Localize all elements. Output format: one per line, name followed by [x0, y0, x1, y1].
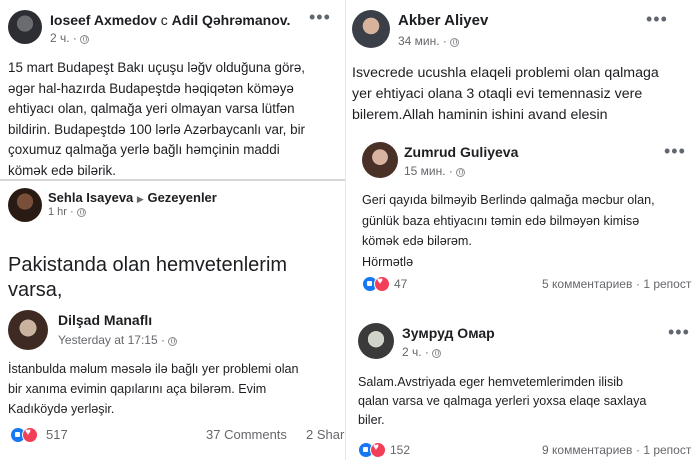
- author-name[interactable]: Dilşad Manaflı: [58, 312, 152, 328]
- globe-icon: [449, 38, 459, 47]
- post-time[interactable]: 34 мин. ·: [398, 34, 459, 48]
- author-link[interactable]: Sehla Isayeva: [48, 190, 133, 205]
- more-options-icon[interactable]: •••: [309, 8, 331, 26]
- post-zumrud-omar: Зумруд Омар 2 ч. · ••• Salam.Avstriyada …: [346, 318, 700, 460]
- globe-icon: [79, 35, 89, 44]
- post-dilsad: Dilşad Manaflı Yesterday at 17:15 · İsta…: [0, 305, 345, 460]
- globe-icon: [76, 208, 86, 217]
- post-text: Isvecrede ucushla elaqeli problemi olan …: [352, 65, 659, 123]
- post-akber: Akber Aliyev 34 мин. · ••• Isvecrede ucu…: [346, 0, 700, 130]
- author-link[interactable]: Ioseef Axmedov: [50, 12, 157, 28]
- avatar[interactable]: [352, 10, 390, 48]
- love-icon: [374, 276, 390, 292]
- post-time[interactable]: 2 ч. ·: [402, 345, 441, 359]
- post-time[interactable]: Yesterday at 17:15 ·: [58, 333, 177, 347]
- love-icon: [370, 442, 386, 458]
- globe-icon: [167, 337, 177, 346]
- post-time[interactable]: 1 hr ·: [48, 206, 86, 218]
- comments-link[interactable]: 9 комментариев: [542, 443, 632, 457]
- shares-link[interactable]: 2 Shar: [306, 427, 344, 442]
- post-text: İstanbulda məlum məsələ ilə bağlı yer pr…: [8, 362, 299, 416]
- post-ioseef: Ioseef Axmedov с Adil Qəhrəmanov. 2 ч. ·…: [0, 0, 345, 178]
- tagged-user[interactable]: Adil Qəhrəmanov: [172, 12, 287, 28]
- shares-link[interactable]: · 1 репост: [636, 277, 691, 291]
- globe-icon: [431, 349, 441, 358]
- post-text: Salam.Avstriyada eger hemvetemlerimden i…: [358, 375, 647, 427]
- author-name[interactable]: Akber Aliyev: [398, 12, 488, 29]
- reaction-count[interactable]: 152: [390, 443, 410, 457]
- comments-link[interactable]: 37 Comments: [206, 427, 287, 442]
- group-link[interactable]: Gezeyenler: [147, 190, 216, 205]
- reactions[interactable]: [10, 427, 40, 443]
- post-time[interactable]: 15 мин. ·: [404, 164, 465, 178]
- reactions[interactable]: [362, 276, 392, 292]
- divider: [0, 179, 345, 181]
- more-options-icon[interactable]: •••: [668, 323, 690, 341]
- avatar[interactable]: [8, 10, 42, 44]
- avatar[interactable]: [358, 323, 394, 359]
- post-sehla: Sehla Isayeva ▶ Gezeyenler 1 hr · Pakist…: [0, 183, 345, 300]
- more-options-icon[interactable]: •••: [646, 10, 668, 28]
- author-name[interactable]: Ioseef Axmedov с Adil Qəhrəmanov.: [50, 12, 290, 28]
- love-icon: [22, 427, 38, 443]
- post-zumrud: Zumrud Guliyeva 15 мин. · ••• Geri qayıd…: [346, 134, 700, 300]
- post-text: 15 mart Budapeşt Bakı uçuşu ləğv olduğun…: [8, 60, 306, 178]
- avatar[interactable]: [8, 188, 42, 222]
- author-name[interactable]: Зумруд Омар: [402, 325, 495, 341]
- reaction-count[interactable]: 517: [46, 427, 68, 442]
- arrow-icon: ▶: [136, 194, 144, 204]
- reaction-count[interactable]: 47: [394, 277, 407, 291]
- globe-icon: [455, 168, 465, 177]
- more-options-icon[interactable]: •••: [664, 142, 686, 160]
- post-text: Geri qayıda bilməyib Berlində qalmağa mə…: [362, 193, 655, 269]
- with-word: с: [160, 12, 168, 28]
- avatar[interactable]: [8, 310, 48, 350]
- reactions[interactable]: [358, 442, 388, 458]
- comments-link[interactable]: 5 комментариев: [542, 277, 632, 291]
- avatar[interactable]: [362, 142, 398, 178]
- shares-link[interactable]: · 1 репост: [636, 443, 691, 457]
- post-text: Pakistanda olan hemvetenlerim varsa, get…: [8, 254, 288, 300]
- author-name[interactable]: Zumrud Guliyeva: [404, 144, 518, 160]
- post-time[interactable]: 2 ч. ·: [50, 31, 89, 45]
- author-name[interactable]: Sehla Isayeva ▶ Gezeyenler: [48, 190, 217, 205]
